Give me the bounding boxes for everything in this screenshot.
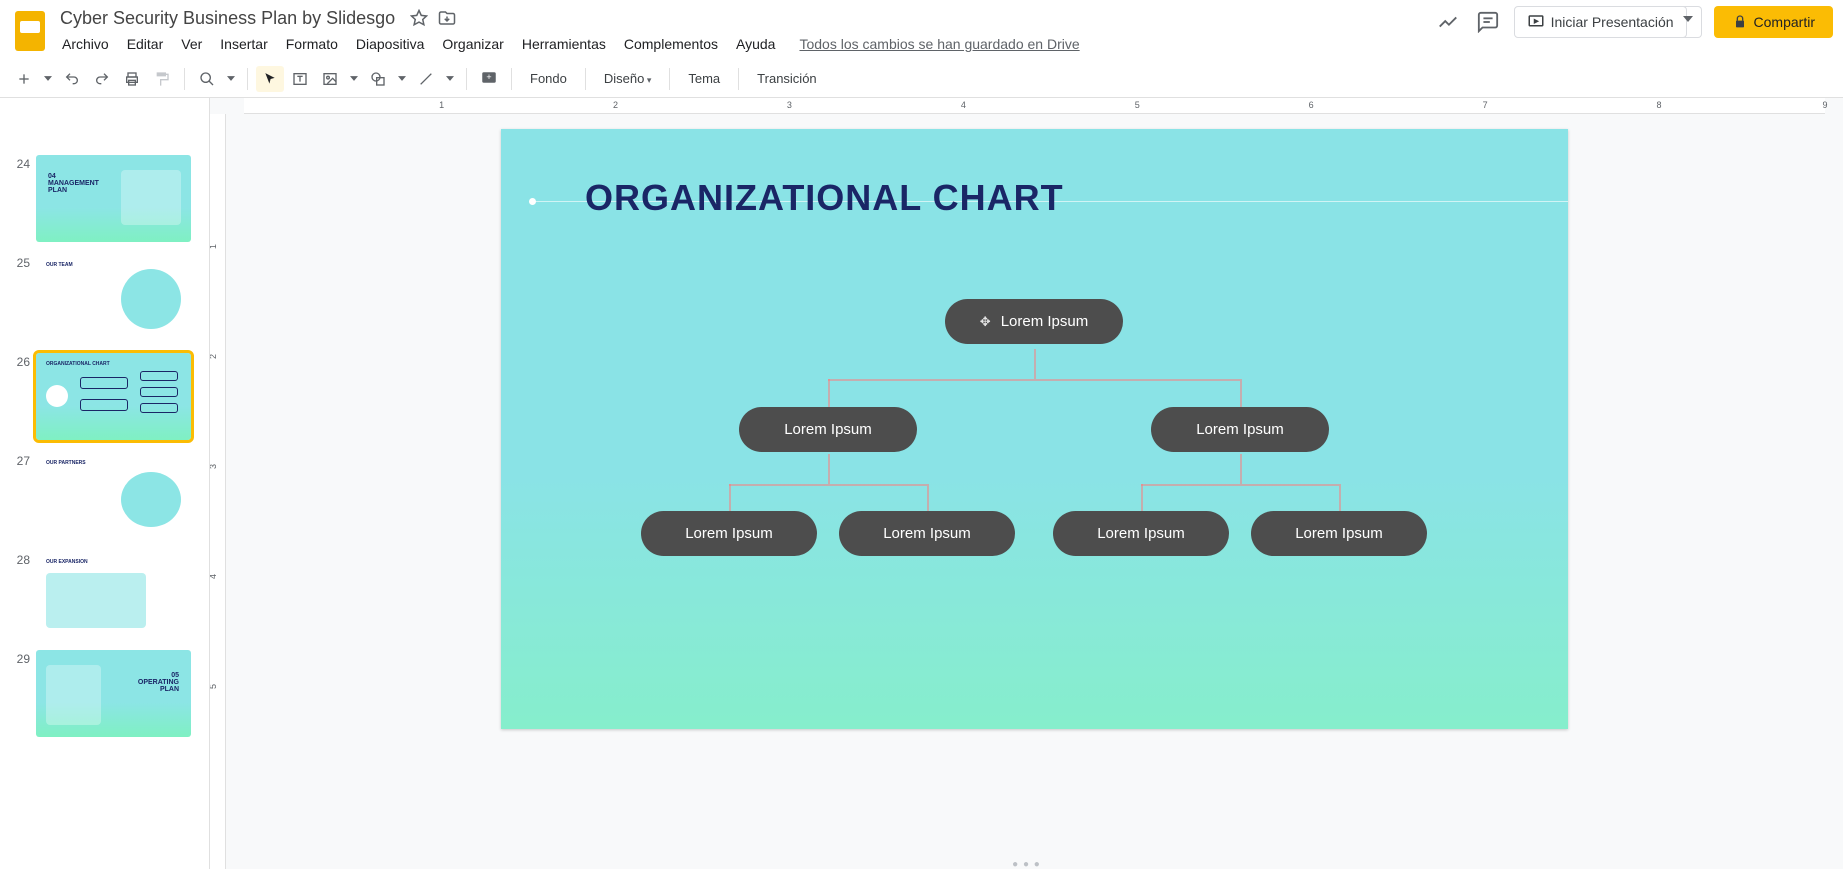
main-area: Advertising PR Online 24 04MANAGEMENTPLA…: [0, 98, 1843, 869]
add-comment-button[interactable]: +: [475, 66, 503, 92]
connector[interactable]: [1141, 484, 1339, 486]
horizontal-ruler[interactable]: 1 2 3 4 5 6 7 8 9: [244, 98, 1825, 114]
canvas-area: 1 2 3 4 5 6 7 8 9 1 2 3 4 5 ORGANIZATION…: [210, 98, 1843, 869]
connector[interactable]: [1034, 349, 1036, 379]
line-button[interactable]: [412, 66, 440, 92]
move-cursor-icon: ✥: [980, 314, 991, 330]
slide-thumb-23[interactable]: Advertising PR Online: [12, 98, 209, 143]
theme-button[interactable]: Tema: [678, 67, 730, 90]
textbox-button[interactable]: [286, 66, 314, 92]
image-dropdown[interactable]: [346, 66, 362, 92]
org-node-l2b[interactable]: Lorem Ipsum: [1151, 407, 1329, 452]
menu-ayuda[interactable]: Ayuda: [728, 33, 783, 55]
slide-thumb-25[interactable]: 25 OUR TEAM: [12, 254, 209, 341]
vertical-ruler[interactable]: 1 2 3 4 5: [210, 114, 226, 869]
connector[interactable]: [828, 454, 830, 484]
connector[interactable]: [1240, 454, 1242, 484]
slide-thumb-27[interactable]: 27 OUR PARTNERS: [12, 452, 209, 539]
slide-canvas[interactable]: ORGANIZATIONAL CHART ✥ Lorem Ipsum: [501, 129, 1568, 729]
connector[interactable]: [729, 484, 731, 512]
connector[interactable]: [1339, 484, 1341, 512]
menu-diapositiva[interactable]: Diapositiva: [348, 33, 432, 55]
star-icon[interactable]: [409, 8, 429, 28]
org-node-l3d[interactable]: Lorem Ipsum: [1251, 511, 1427, 556]
connector[interactable]: [828, 379, 1240, 381]
org-node-l3b[interactable]: Lorem Ipsum: [839, 511, 1015, 556]
image-button[interactable]: [316, 66, 344, 92]
new-slide-button[interactable]: [10, 66, 38, 92]
zoom-button[interactable]: [193, 66, 221, 92]
svg-text:+: +: [486, 71, 491, 81]
present-button[interactable]: Iniciar Presentación: [1514, 6, 1687, 38]
shape-button[interactable]: [364, 66, 392, 92]
menu-bar: Archivo Editar Ver Insertar Formato Diap…: [54, 33, 1434, 55]
shape-dropdown[interactable]: [394, 66, 410, 92]
design-button[interactable]: Diseño: [594, 67, 662, 90]
share-label: Compartir: [1754, 14, 1815, 30]
filmstrip[interactable]: Advertising PR Online 24 04MANAGEMENTPLA…: [0, 98, 210, 869]
doc-title[interactable]: Cyber Security Business Plan by Slidesgo: [54, 7, 401, 30]
menu-ver[interactable]: Ver: [173, 33, 210, 55]
transition-button[interactable]: Transición: [747, 67, 826, 90]
line-dropdown[interactable]: [442, 66, 458, 92]
menu-editar[interactable]: Editar: [119, 33, 172, 55]
save-status[interactable]: Todos los cambios se han guardado en Dri…: [799, 33, 1079, 55]
move-folder-icon[interactable]: [437, 8, 457, 28]
background-button[interactable]: Fondo: [520, 67, 577, 90]
title-dot: [529, 198, 536, 205]
zoom-dropdown[interactable]: [223, 66, 239, 92]
menu-insertar[interactable]: Insertar: [212, 33, 275, 55]
connector[interactable]: [1240, 379, 1242, 407]
org-node-l2a[interactable]: Lorem Ipsum: [739, 407, 917, 452]
slide-thumb-28[interactable]: 28 OUR EXPANSION: [12, 551, 209, 638]
slide-heading[interactable]: ORGANIZATIONAL CHART: [585, 177, 1064, 219]
slide-thumb-24[interactable]: 24 04MANAGEMENTPLAN: [12, 155, 209, 242]
undo-button[interactable]: [58, 66, 86, 92]
org-node-root[interactable]: ✥ Lorem Ipsum: [945, 299, 1123, 344]
comments-icon[interactable]: [1474, 8, 1502, 36]
menu-archivo[interactable]: Archivo: [54, 33, 117, 55]
connector[interactable]: [1141, 484, 1143, 512]
redo-button[interactable]: [88, 66, 116, 92]
share-button[interactable]: Compartir: [1714, 6, 1833, 38]
slide-thumb-26[interactable]: 26 ORGANIZATIONAL CHART: [12, 353, 209, 440]
paint-format-button[interactable]: [148, 66, 176, 92]
explore-icon[interactable]: [1434, 8, 1462, 36]
header-bar: Cyber Security Business Plan by Slidesgo…: [0, 0, 1843, 60]
org-node-l3c[interactable]: Lorem Ipsum: [1053, 511, 1229, 556]
toolbar: + Fondo Diseño Tema Transición: [0, 60, 1843, 98]
speaker-notes-grip[interactable]: ● ● ●: [1010, 859, 1044, 869]
present-label: Iniciar Presentación: [1551, 14, 1674, 30]
menu-herramientas[interactable]: Herramientas: [514, 33, 614, 55]
print-button[interactable]: [118, 66, 146, 92]
present-dropdown[interactable]: [1675, 6, 1702, 38]
org-node-l3a[interactable]: Lorem Ipsum: [641, 511, 817, 556]
new-slide-dropdown[interactable]: [40, 66, 56, 92]
connector[interactable]: [729, 484, 927, 486]
menu-complementos[interactable]: Complementos: [616, 33, 726, 55]
slide-thumb-29[interactable]: 29 05OPERATINGPLAN: [12, 650, 209, 737]
menu-formato[interactable]: Formato: [278, 33, 346, 55]
menu-organizar[interactable]: Organizar: [434, 33, 511, 55]
connector[interactable]: [927, 484, 929, 512]
select-tool-button[interactable]: [256, 66, 284, 92]
app-logo[interactable]: [10, 6, 50, 56]
connector[interactable]: [828, 379, 830, 407]
